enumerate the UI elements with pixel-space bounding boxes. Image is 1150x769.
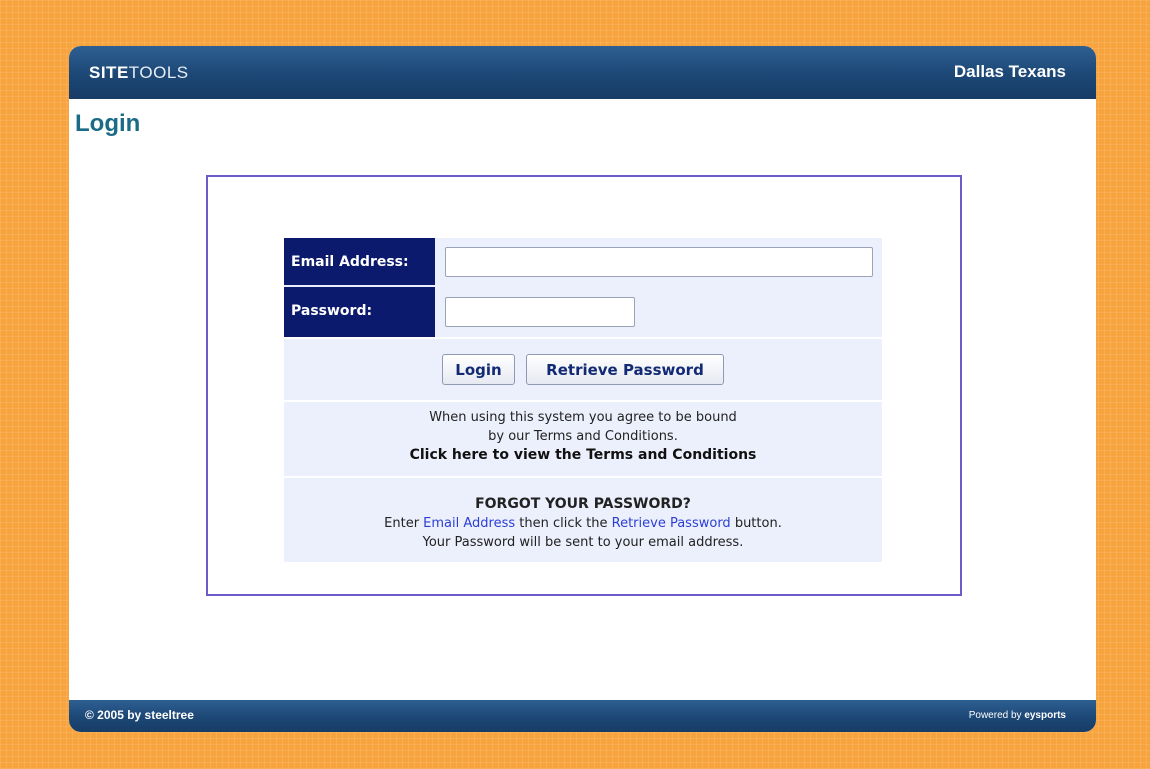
login-button[interactable]: Login	[442, 354, 515, 385]
divider	[284, 337, 882, 339]
divider	[284, 476, 882, 478]
brand-light: TOOLS	[128, 63, 189, 82]
password-field[interactable]	[445, 297, 635, 327]
password-label: Password:	[284, 287, 435, 337]
login-box: Email Address: Password: Login Retrieve …	[206, 175, 962, 596]
terms-link[interactable]: Click here to view the Terms and Conditi…	[284, 446, 882, 465]
forgot-text-mid: then click the	[515, 516, 612, 531]
forgot-password-notice: FORGOT YOUR PASSWORD? Enter Email Addres…	[284, 495, 882, 552]
retrieve-password-button[interactable]: Retrieve Password	[526, 354, 724, 385]
email-field[interactable]	[445, 247, 873, 277]
retrieve-password-link[interactable]: Retrieve Password	[612, 516, 731, 531]
forgot-text-post: button.	[730, 516, 782, 531]
powered-prefix: Powered by	[968, 710, 1025, 721]
email-label: Email Address:	[284, 238, 435, 286]
footer-bar: © 2005 by steeltree Powered by eysports	[69, 700, 1096, 732]
forgot-line-3: Your Password will be sent to your email…	[422, 535, 744, 550]
login-form: Email Address: Password: Login Retrieve …	[284, 238, 882, 562]
organization-name: Dallas Texans	[953, 62, 1066, 81]
app-frame: SITETOOLS Dallas Texans Login Email Addr…	[69, 46, 1096, 732]
brand-bold: SITE	[89, 63, 129, 82]
header-bar: SITETOOLS Dallas Texans	[69, 46, 1096, 99]
copyright-text: © 2005 by steeltree	[85, 708, 194, 722]
page-title: Login	[75, 110, 141, 137]
terms-notice: When using this system you agree to be b…	[284, 408, 882, 465]
forgot-text-pre: Enter	[384, 516, 424, 531]
terms-line-1: When using this system you agree to be b…	[429, 410, 737, 425]
powered-by: Powered by eysports	[969, 710, 1066, 721]
divider	[284, 400, 882, 402]
email-address-link[interactable]: Email Address	[423, 516, 515, 531]
terms-line-2: by our Terms and Conditions.	[488, 429, 678, 444]
forgot-heading: FORGOT YOUR PASSWORD?	[475, 496, 691, 512]
eysports-logo[interactable]: eysports	[1024, 710, 1066, 721]
forgot-instructions: Enter Email Address then click the Retri…	[284, 514, 882, 533]
sitetools-logo: SITETOOLS	[89, 63, 189, 83]
